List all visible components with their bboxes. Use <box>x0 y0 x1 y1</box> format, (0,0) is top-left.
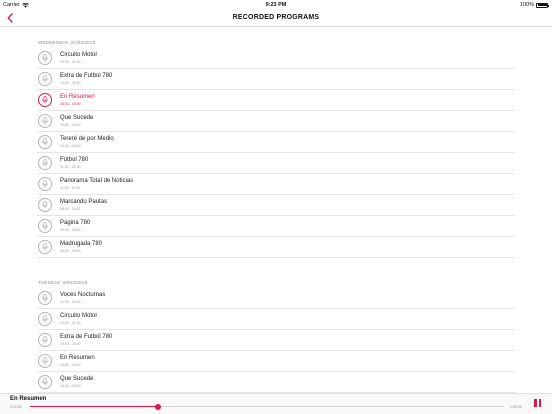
program-row[interactable]: Tereré de por Medio 14:00 - 16:00 <box>37 132 515 153</box>
program-time-range: 19:00 - 20:00 <box>60 81 81 85</box>
microphone-icon <box>38 219 52 233</box>
program-title: En Resumen <box>60 94 95 100</box>
program-row[interactable]: Página 780 05:00 - 08:00 <box>37 216 515 237</box>
program-title: Extra de Futbol 780 <box>60 73 113 79</box>
program-title: Circuito Motor <box>60 52 98 58</box>
playback-slider[interactable] <box>30 403 504 410</box>
microphone-icon <box>38 72 52 86</box>
page-title: RECORDED PROGRAMS <box>232 14 320 21</box>
playback-knob[interactable] <box>154 403 161 410</box>
program-time-range: 16:00 - 18:00 <box>60 123 81 127</box>
program-time-range: 14:00 - 16:00 <box>60 144 81 148</box>
program-title: Extra de Futbol 780 <box>60 334 113 340</box>
now-playing-bar: En Resumen 0:16:52 1:00:00 <box>0 393 552 414</box>
program-row[interactable]: En Resumen 18:00 - 19:00 <box>37 351 515 372</box>
program-row[interactable]: Circuito Motor 20:00 - 21:00 <box>37 309 515 330</box>
microphone-icon <box>38 375 52 389</box>
program-title: Madrugada 780 <box>60 241 103 247</box>
navigation-bar: RECORDED PROGRAMS <box>0 10 552 27</box>
program-time-range: 20:00 - 21:00 <box>60 60 81 64</box>
program-time-range: 11:00 - 11:30 <box>60 186 81 190</box>
program-row[interactable]: Extra de Futbol 780 19:00 - 20:00 <box>37 69 515 90</box>
program-time-range: 05:00 - 08:00 <box>60 228 81 232</box>
total-duration: 1:00:00 <box>510 405 522 409</box>
program-row[interactable]: Panorama Total de Noticias 11:00 - 11:30 <box>37 174 515 195</box>
program-title: Tereré de por Medio <box>60 136 114 142</box>
microphone-icon <box>38 135 52 149</box>
microphone-icon <box>38 93 52 107</box>
program-row[interactable]: En Resumen 18:00 - 19:00 <box>37 90 515 111</box>
program-time-range: 19:00 - 20:00 <box>60 342 81 346</box>
program-title: Panorama Total de Noticias <box>60 178 134 184</box>
microphone-icon <box>38 114 52 128</box>
program-time-range: 18:00 - 19:00 <box>60 102 81 106</box>
section-date-header: TUESDAY, 20/02/2018 <box>38 280 88 285</box>
microphone-icon <box>38 177 52 191</box>
playback-progress <box>30 406 158 407</box>
microphone-icon <box>38 156 52 170</box>
program-time-range: 21:00 - 00:00 <box>60 300 81 304</box>
program-row[interactable]: Que Sucede 16:00 - 18:00 <box>37 111 515 132</box>
program-row[interactable]: Que Sucede 16:00 - 18:00 <box>37 372 515 393</box>
program-title: Marcando Pautas <box>60 199 108 205</box>
section-date-header: WEDNESDAY, 21/02/2018 <box>38 40 96 45</box>
microphone-icon <box>38 198 52 212</box>
now-playing-title: En Resumen <box>10 396 47 402</box>
microphone-icon <box>38 240 52 254</box>
program-row[interactable]: Madrugada 780 00:00 - 05:00 <box>37 237 515 258</box>
program-title: Fútbol 780 <box>60 157 89 163</box>
program-title: En Resumen <box>60 355 95 361</box>
battery-icon <box>536 2 549 8</box>
status-bar: Carrier 9:23 PM 100% <box>0 0 552 10</box>
program-title: Circuito Motor <box>60 313 98 319</box>
program-row[interactable]: Fútbol 780 11:30 - 14:00 <box>37 153 515 174</box>
battery-status: 100% <box>519 2 549 8</box>
elapsed-time: 0:16:52 <box>10 405 22 409</box>
program-row[interactable]: Extra de Futbol 780 19:00 - 20:00 <box>37 330 515 351</box>
program-title: Página 780 <box>60 220 91 226</box>
recorded-programs-list[interactable]: WEDNESDAY, 21/02/2018 Circuito Motor 20:00… <box>0 27 552 393</box>
status-time: 9:23 PM <box>265 2 287 8</box>
battery-percent: 100% <box>519 2 534 8</box>
program-time-range: 18:00 - 19:00 <box>60 363 81 367</box>
program-title: Que Sucede <box>60 376 94 382</box>
program-row[interactable]: Voces Nocturnas 21:00 - 00:00 <box>37 288 515 309</box>
microphone-icon <box>38 354 52 368</box>
program-time-range: 11:30 - 14:00 <box>60 165 81 169</box>
microphone-icon <box>38 333 52 347</box>
program-time-range: 20:00 - 21:00 <box>60 321 81 325</box>
program-row[interactable]: Marcando Pautas 08:00 - 11:00 <box>37 195 515 216</box>
microphone-icon <box>38 291 52 305</box>
program-title: Voces Nocturnas <box>60 292 106 298</box>
pause-icon <box>534 399 537 407</box>
microphone-icon <box>38 51 52 65</box>
program-row[interactable]: Circuito Motor 20:00 - 21:00 <box>37 48 515 69</box>
microphone-icon <box>38 312 52 326</box>
program-time-range: 00:00 - 05:00 <box>60 249 81 253</box>
program-time-range: 08:00 - 11:00 <box>60 207 81 211</box>
program-time-range: 16:00 - 18:00 <box>60 384 81 388</box>
program-title: Que Sucede <box>60 115 94 121</box>
pause-button[interactable] <box>533 399 542 408</box>
